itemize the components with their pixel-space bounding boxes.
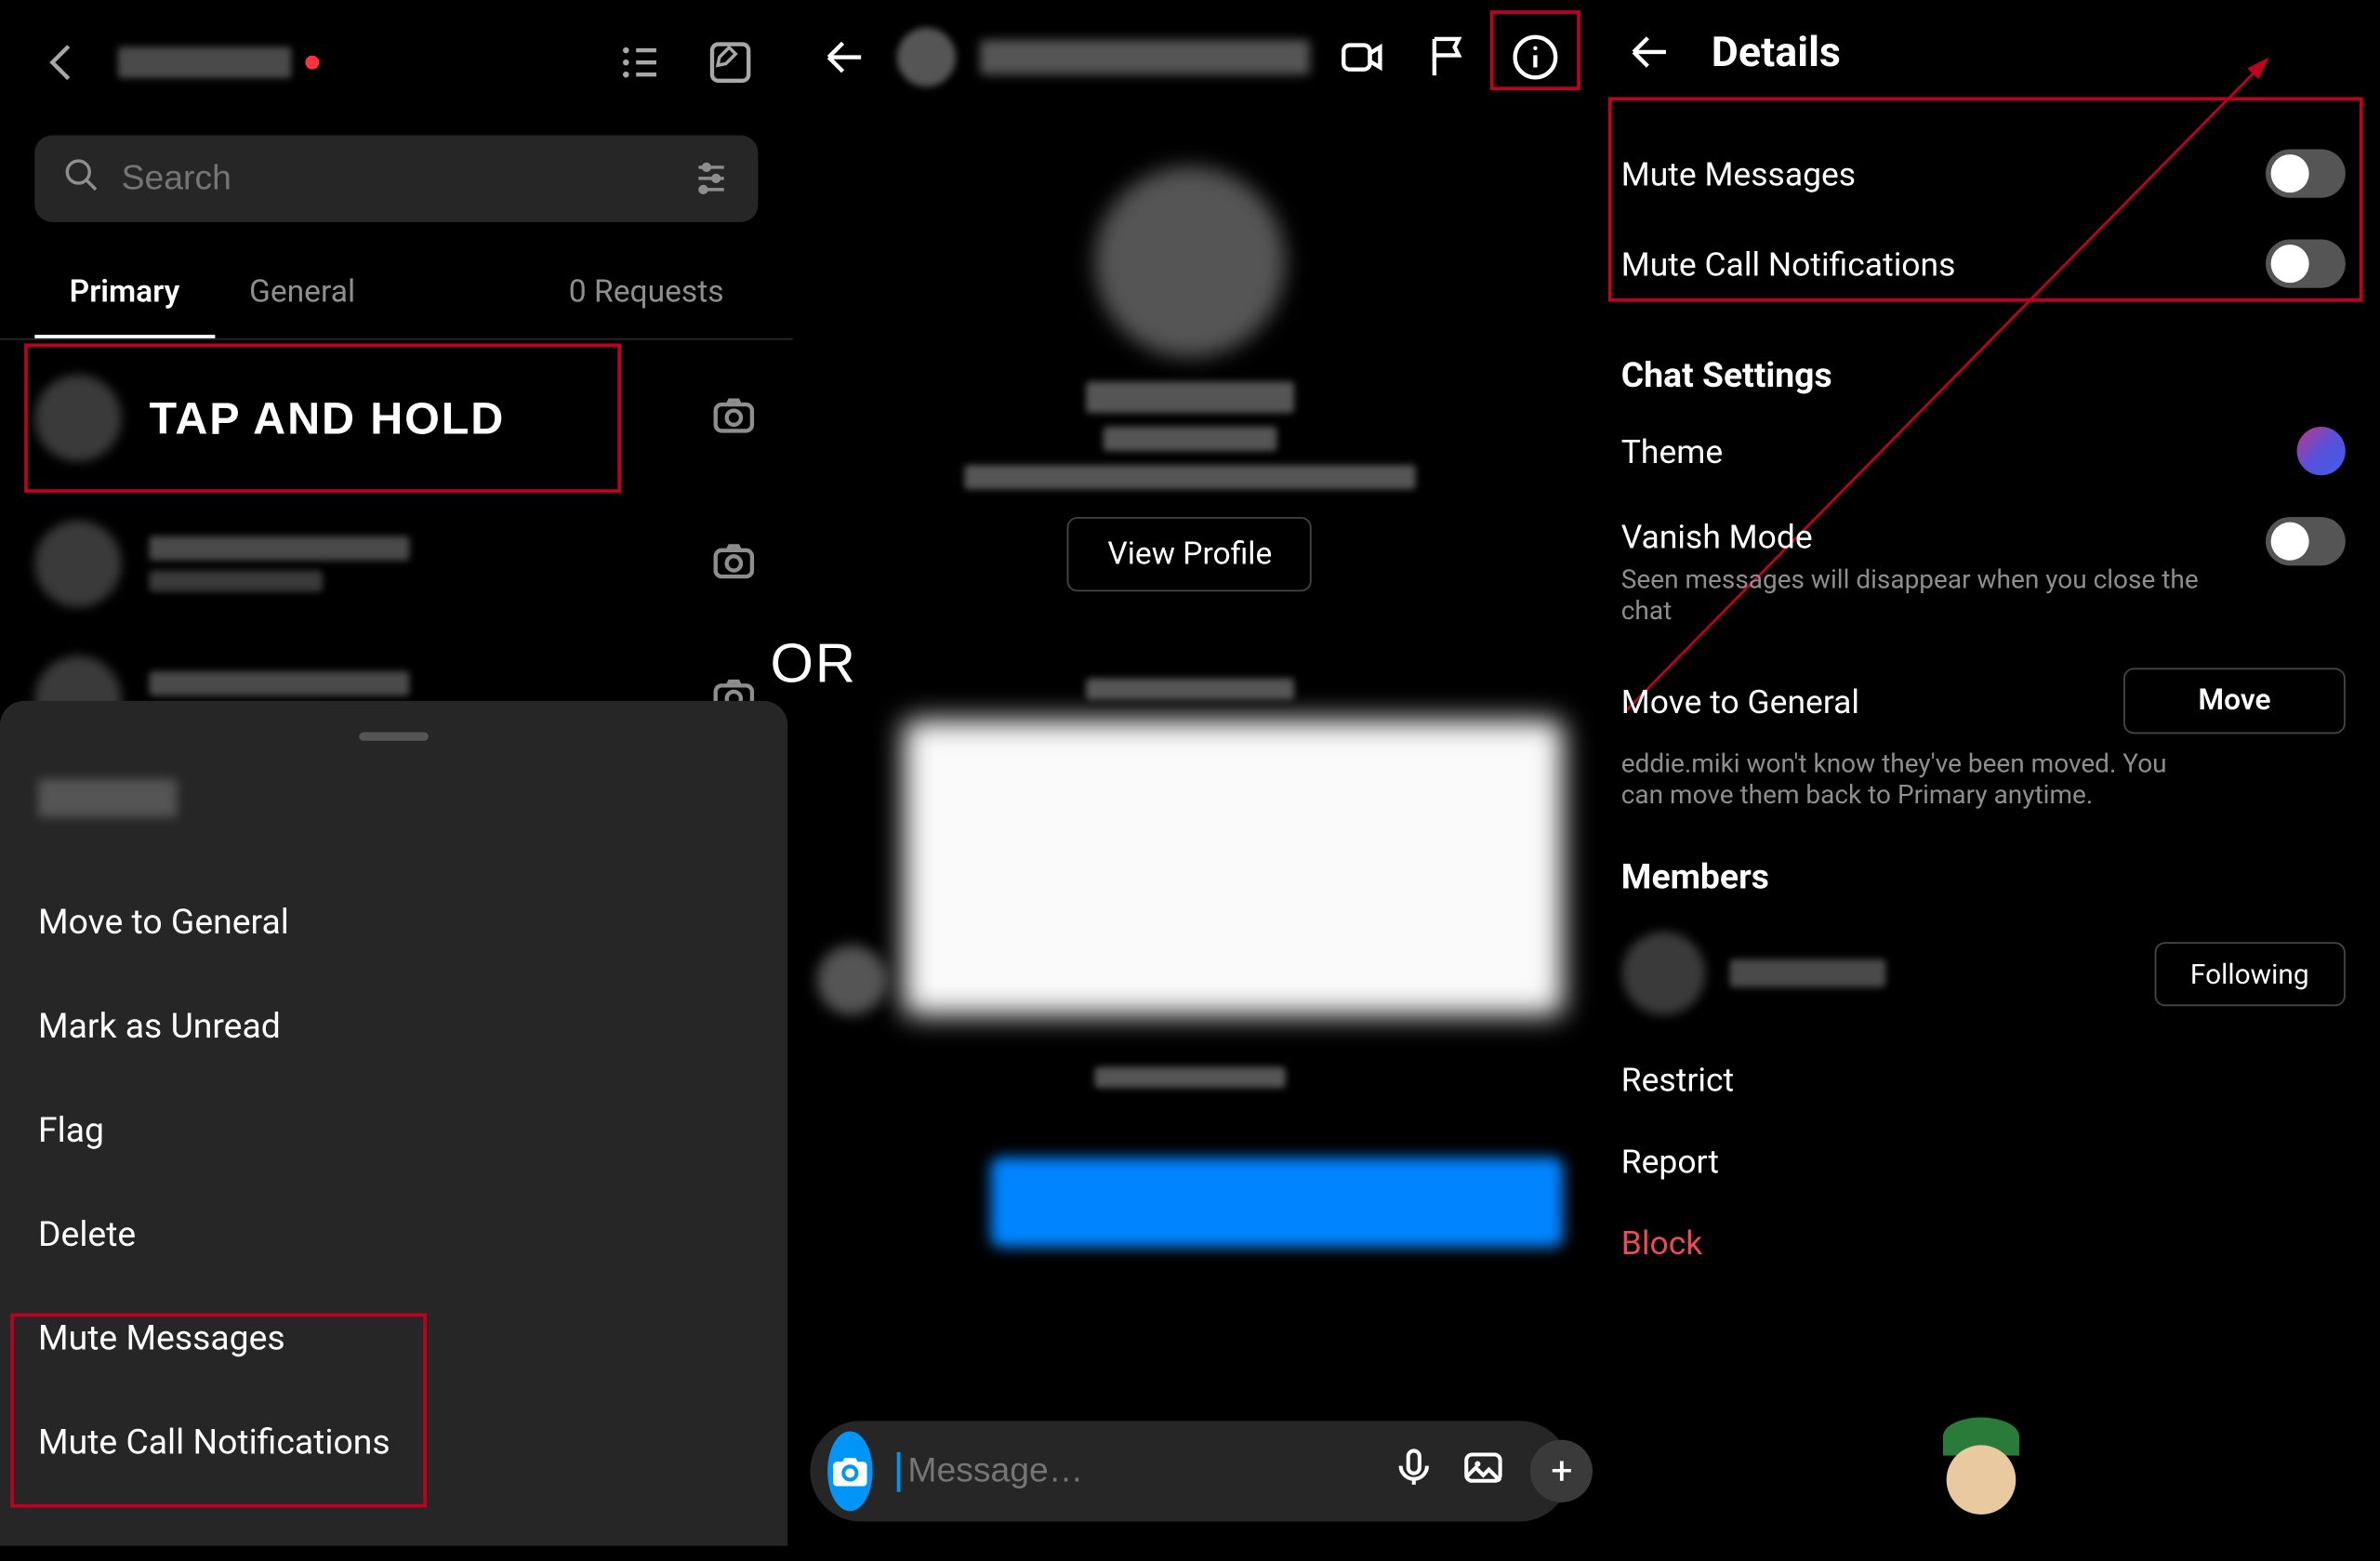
following-button[interactable]: Following [2154,941,2346,1005]
member-name [1728,959,1884,987]
tab-general[interactable]: General [215,250,390,338]
tab-primary[interactable]: Primary [34,250,214,338]
grabber-icon[interactable] [359,732,429,740]
member-row: Following [1621,907,2346,1039]
or-annotation: OR [771,631,857,695]
mute-calls-label: Mute Call Notifications [1621,244,1956,284]
filter-icon[interactable] [693,156,731,202]
search-icon [62,156,100,202]
cm-flag[interactable]: Flag [38,1078,749,1182]
cm-mute-calls[interactable]: Mute Call Notifications [38,1390,749,1494]
move-general-label: Move to General [1621,681,1859,721]
context-menu-user [38,779,177,817]
dm-tabs: Primary General 0 Requests [0,250,793,340]
camera-button[interactable] [828,1431,874,1511]
block-row[interactable]: Block [1621,1202,2346,1284]
move-button[interactable]: Move [2123,668,2346,734]
cm-mute-messages[interactable]: Mute Messages [38,1286,749,1390]
search-input[interactable] [122,159,672,199]
chat-profile-summary: View Profile [793,114,1586,626]
vanish-mode-label: Vanish Mode [1621,517,2211,557]
theme-label: Theme [1621,431,1723,471]
mute-calls-row: Mute Call Notifications [1621,218,2346,309]
details-panel: Details Mute Messages Mute Call Notifica… [1586,0,2380,1546]
cm-mark-unread[interactable]: Mark as Unread [38,973,749,1078]
back-arrow-icon[interactable] [1621,24,1677,80]
theme-swatch-icon [2297,427,2346,475]
video-call-icon[interactable] [1333,30,1389,86]
chat-header [793,0,1586,114]
chat-messages [793,679,1586,1248]
move-general-sub: eddie.miki won't know they've been moved… [1621,747,2211,810]
gallery-icon[interactable] [1461,1445,1507,1497]
notification-dot-icon [305,56,319,70]
flag-icon[interactable] [1420,30,1475,86]
tap-hold-annotation: TAP AND HOLD [149,391,505,445]
details-header: Details [1621,0,2346,80]
members-header: Members [1621,855,2346,897]
member-avatar[interactable] [1621,932,1705,1015]
view-profile-button[interactable]: View Profile [1067,517,1312,591]
chat-settings-header: Chat Settings [1621,354,2346,396]
move-general-row: Move to General Move [1621,647,2346,755]
vanish-mode-row: Vanish Mode Seen messages will disappear… [1621,496,2346,647]
info-icon[interactable] [1507,30,1563,86]
cm-delete[interactable]: Delete [38,1182,749,1286]
avatar [817,946,887,1015]
avatar [34,521,121,607]
chat-username[interactable] [981,40,1309,74]
avatar [34,375,121,461]
chat-row[interactable]: TAP AND HOLD [0,340,793,496]
mute-messages-row: Mute Messages [1621,128,2346,218]
theme-row[interactable]: Theme [1621,406,2346,496]
mute-calls-toggle[interactable] [2266,240,2346,288]
vanish-mode-sub: Seen messages will disappear when you cl… [1621,563,2211,626]
tab-requests[interactable]: 0 Requests [534,250,758,338]
details-title: Details [1712,28,1841,76]
chat-panel: View Profile + [793,0,1586,1546]
context-menu: Move to General Mark as Unread Flag Dele… [0,701,787,1546]
compose-icon[interactable] [703,34,759,90]
account-title[interactable] [118,46,585,78]
restrict-row[interactable]: Restrict [1621,1039,2346,1121]
compose-input[interactable] [897,1451,1368,1491]
chat-avatar[interactable] [897,28,956,86]
mute-messages-toggle[interactable] [2266,149,2346,197]
report-row[interactable]: Report [1621,1120,2346,1202]
mute-messages-label: Mute Messages [1621,153,1856,193]
back-arrow-icon[interactable] [34,34,90,90]
camera-icon[interactable] [710,536,759,592]
list-icon[interactable] [613,34,668,90]
search-bar[interactable] [34,136,759,222]
cm-move-general[interactable]: Move to General [38,869,749,973]
watermark-mascot-icon [1929,1414,2033,1536]
dm-list-header [0,0,793,108]
vanish-mode-toggle[interactable] [2266,517,2346,565]
profile-avatar [1094,166,1285,357]
compose-bar: + [811,1421,1569,1521]
camera-icon[interactable] [710,390,759,446]
sent-message [990,1158,1563,1248]
received-message [903,720,1562,1014]
mic-icon[interactable] [1392,1445,1437,1497]
plus-button[interactable]: + [1530,1440,1593,1502]
dm-list-panel: Primary General 0 Requests TAP AND HOLD … [0,0,793,1546]
back-arrow-icon[interactable] [817,30,873,86]
chat-row[interactable] [0,496,793,632]
